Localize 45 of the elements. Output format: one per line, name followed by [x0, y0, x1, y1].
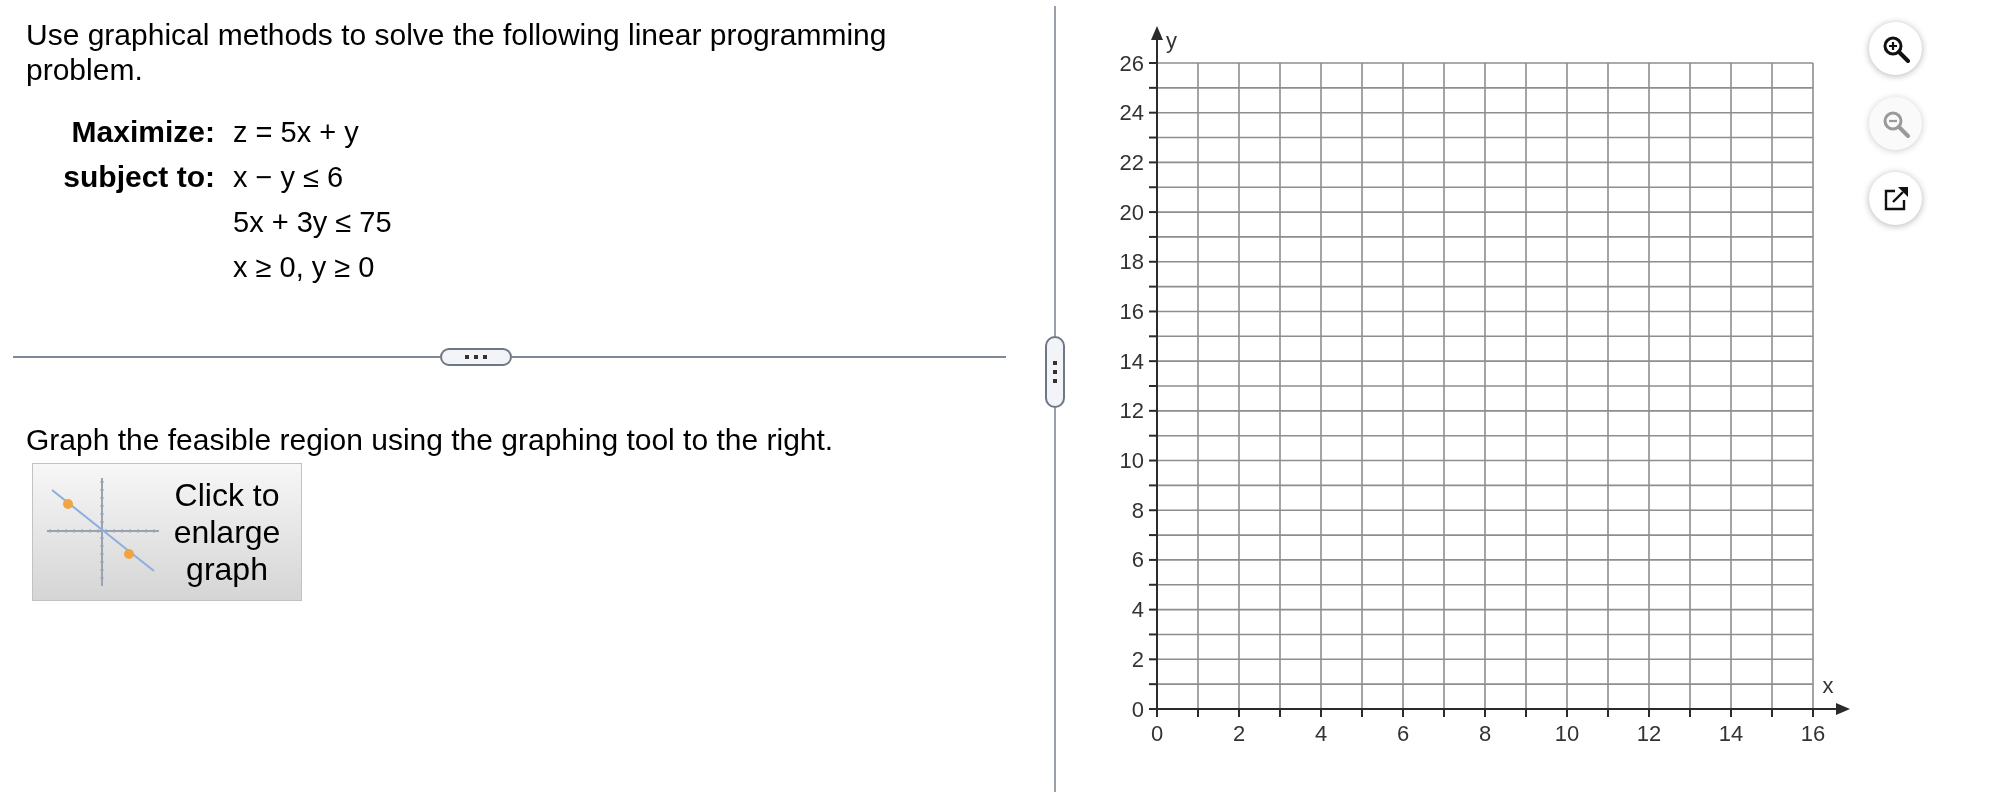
zoom-out-icon [1881, 109, 1910, 138]
zoom-in-icon [1881, 34, 1910, 63]
axis-tick-label: 16 [1800, 720, 1826, 746]
math-expression: x ≥ 0, y ≥ 0 [233, 249, 375, 284]
axis-tick-label: 4 [1314, 720, 1328, 746]
instruction-text: Graph the feasible region using the graphing tool to the right. [26, 422, 834, 457]
axis-tick-label: 10 [1554, 720, 1580, 746]
question-text: Use graphical methods to solve the following linear programming problem. [26, 17, 888, 87]
graph-grid[interactable] [1156, 62, 1814, 710]
axis-tick-label: 6 [1396, 720, 1410, 746]
math-expression: x − y ≤ 6 [233, 159, 344, 194]
axis-tick-label: 16 [1119, 298, 1144, 324]
axis-tick-label: 10 [1119, 448, 1144, 474]
math-expression: z = 5x + y [233, 114, 359, 149]
open-external-button[interactable] [1869, 172, 1922, 225]
axis-tick-label: 12 [1636, 720, 1662, 746]
axis-tick-label: 2 [1232, 720, 1246, 746]
dots-icon [1053, 361, 1057, 383]
splitter-handle[interactable] [440, 348, 512, 366]
axis-tick-label: 8 [1478, 720, 1492, 746]
axis-tick-label: 18 [1119, 249, 1144, 275]
axis-tick-label: 0 [1150, 720, 1164, 746]
axis-tick-label: 4 [1131, 597, 1144, 623]
constraint-label: Maximize: [71, 114, 215, 149]
enlarge-graph-button[interactable]: Click to enlarge graph [32, 463, 302, 601]
zoom-in-button[interactable] [1869, 22, 1922, 75]
dots-icon [465, 355, 487, 359]
axis-title: x [1822, 672, 1834, 698]
external-link-icon [1882, 185, 1909, 212]
axis-tick-label: 6 [1131, 547, 1144, 573]
axis-tick-label: 12 [1119, 398, 1144, 424]
axis-tick-label: 0 [1131, 696, 1144, 722]
axis-tick-label: 2 [1131, 646, 1144, 672]
splitter-handle[interactable] [1045, 336, 1065, 408]
constraint-label: subject to: [63, 159, 215, 194]
axis-tick-label: 24 [1119, 100, 1144, 126]
axis-tick-label: 20 [1119, 199, 1144, 225]
axis-tick-label: 14 [1718, 720, 1744, 746]
axis-tick-label: 22 [1119, 149, 1144, 175]
axis-tick-label: 14 [1119, 348, 1144, 374]
line-graph-icon [47, 478, 161, 586]
math-expression: 5x + 3y ≤ 75 [233, 204, 392, 239]
axis-tick-label: 26 [1119, 50, 1144, 76]
axis-tick-label: 8 [1131, 497, 1144, 523]
axis-title: y [1166, 27, 1177, 53]
